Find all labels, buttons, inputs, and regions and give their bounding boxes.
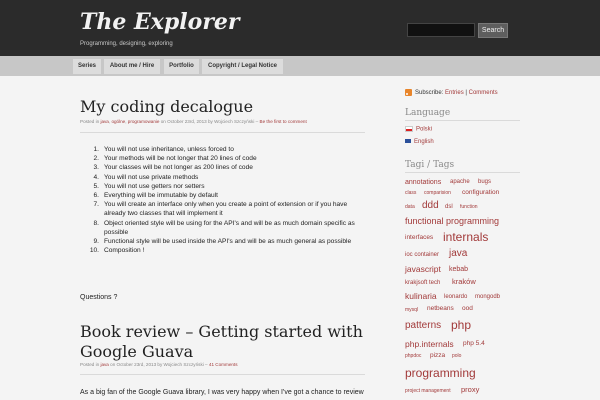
- category-link[interactable]: java: [100, 362, 108, 367]
- tag-link[interactable]: proxy: [461, 386, 479, 394]
- rss-icon: [405, 89, 412, 96]
- tag-link[interactable]: javascript: [405, 265, 441, 274]
- tag-link[interactable]: data: [405, 205, 415, 210]
- list-item: 10. Composition !: [89, 247, 145, 255]
- tag-link[interactable]: pizza: [430, 352, 445, 360]
- tags-heading: Tagi / Tags: [405, 160, 455, 170]
- uk-flag-icon: [405, 139, 411, 144]
- tag-link[interactable]: function: [460, 205, 478, 210]
- tag-link[interactable]: krakjsoft tech: [405, 280, 440, 286]
- list-item: 8. Object oriented style will be using fo…: [93, 219, 355, 236]
- post-meta: Posted in java, ogólne, programowanie on…: [80, 119, 307, 124]
- post-title-line: Book review – Getting started with: [80, 322, 363, 341]
- post-footer-text: Questions ?: [80, 294, 118, 301]
- comments-link[interactable]: 41 Comments: [209, 362, 238, 367]
- category-link[interactable]: ogólne: [111, 119, 125, 124]
- tag-link[interactable]: polo: [452, 354, 461, 359]
- post-meta: Posted in java on October 23rd, 2013 by …: [80, 362, 238, 367]
- nav-item-series[interactable]: Series: [73, 59, 101, 74]
- nav-item-copyright[interactable]: Copyright / Legal Notice: [202, 59, 283, 74]
- tag-link[interactable]: class: [405, 191, 416, 196]
- divider: [405, 172, 520, 173]
- site-tagline: Programming, designing, exploring: [80, 41, 173, 47]
- poland-flag-icon: [405, 126, 413, 132]
- divider: [80, 374, 365, 375]
- meta-posted-in: Posted in: [80, 362, 100, 367]
- list-item: 3. Your classes will be not longer as 200…: [93, 164, 253, 172]
- list-item: 1. You will not use inheritance, unless f…: [93, 146, 234, 153]
- tag-link[interactable]: kulinaria: [405, 292, 437, 301]
- tag-link[interactable]: programming: [405, 367, 476, 379]
- divider: [405, 120, 520, 121]
- search-button[interactable]: Search: [478, 23, 508, 38]
- subscribe-entries-link[interactable]: Entries: [445, 90, 464, 96]
- tag-link[interactable]: netbeans: [427, 305, 454, 313]
- tag-link[interactable]: php 5.4: [463, 340, 485, 348]
- tag-link[interactable]: ioc container: [405, 252, 439, 258]
- subscribe-comments-link[interactable]: Comments: [469, 90, 498, 96]
- language-item-english[interactable]: English: [405, 139, 434, 145]
- category-link[interactable]: programowanie: [128, 119, 160, 124]
- list-item: 2. Your methods will be not longer that 2…: [93, 155, 257, 163]
- decalogue-list: 1. You will not use inheritance, unless f…: [80, 145, 370, 255]
- tag-link[interactable]: configuration: [462, 189, 499, 197]
- nav-item-portfolio[interactable]: Portfolio: [164, 59, 199, 74]
- subscribe-label: Subscribe:: [415, 90, 444, 97]
- list-item: 9. Functional style will be used inside t…: [93, 238, 352, 246]
- language-item-polski[interactable]: Polski: [405, 126, 432, 133]
- site-header: The Explorer Programming, designing, exp…: [0, 0, 600, 56]
- tag-link[interactable]: ddd: [422, 201, 439, 211]
- list-item: 4. You will not use private methods: [93, 173, 199, 181]
- comments-link[interactable]: Be the first to comment: [260, 119, 307, 124]
- tag-link[interactable]: leonardo: [444, 294, 467, 300]
- tag-link[interactable]: functional programming: [405, 217, 499, 226]
- tag-link[interactable]: php.internals: [405, 340, 454, 349]
- meta-date-author: on October 23rd, 2013 by Wojciech Szczyń…: [160, 119, 259, 124]
- tag-link[interactable]: java: [449, 249, 467, 259]
- tag-link[interactable]: internals: [443, 231, 488, 243]
- main-nav: Series About me / Hire Portfolio Copyrig…: [0, 56, 600, 76]
- site-title[interactable]: The Explorer: [80, 9, 240, 35]
- subscribe-separator: |: [465, 90, 467, 97]
- tag-link[interactable]: patterns: [405, 321, 441, 331]
- tag-link[interactable]: kraków: [452, 278, 476, 286]
- tag-link[interactable]: php: [451, 319, 471, 331]
- list-item: 5. You will not use getters nor setters: [93, 182, 205, 190]
- post-excerpt: As a big fan of the Google Guava library…: [80, 389, 364, 396]
- list-item: 6. Everything will be immutable by defaul…: [93, 192, 218, 200]
- post-title-line: Google Guava: [80, 342, 194, 361]
- tag-link[interactable]: kebab: [449, 266, 468, 273]
- meta-date-author: on October 23rd, 2013 by Wojciech Szczyń…: [110, 362, 208, 367]
- language-heading: Language: [405, 108, 451, 118]
- tag-link[interactable]: mysql: [405, 308, 418, 313]
- tag-link[interactable]: ood: [462, 305, 473, 313]
- subscribe-row: Subscribe: Entries | Comments: [405, 89, 498, 96]
- tag-link[interactable]: dsl: [445, 204, 453, 210]
- category-link[interactable]: java: [100, 119, 108, 124]
- tag-link[interactable]: mongodb: [475, 294, 500, 300]
- nav-item-about[interactable]: About me / Hire: [104, 59, 160, 74]
- tag-link[interactable]: comparision: [424, 191, 451, 196]
- list-item: 7. You will create an interface only when…: [93, 201, 348, 218]
- tag-link[interactable]: bugs: [478, 179, 491, 185]
- tag-link[interactable]: phpdoc: [405, 354, 421, 359]
- tag-link[interactable]: project management: [405, 389, 451, 394]
- tag-link[interactable]: interfaces: [405, 234, 433, 242]
- post-title[interactable]: Book review – Getting started with Googl…: [80, 322, 363, 362]
- search-input[interactable]: [407, 23, 475, 37]
- tag-link[interactable]: annotations: [405, 179, 441, 186]
- divider: [80, 132, 365, 133]
- tag-link[interactable]: apache: [450, 179, 470, 185]
- post-title[interactable]: My coding decalogue: [80, 97, 253, 117]
- meta-posted-in: Posted in: [80, 119, 100, 124]
